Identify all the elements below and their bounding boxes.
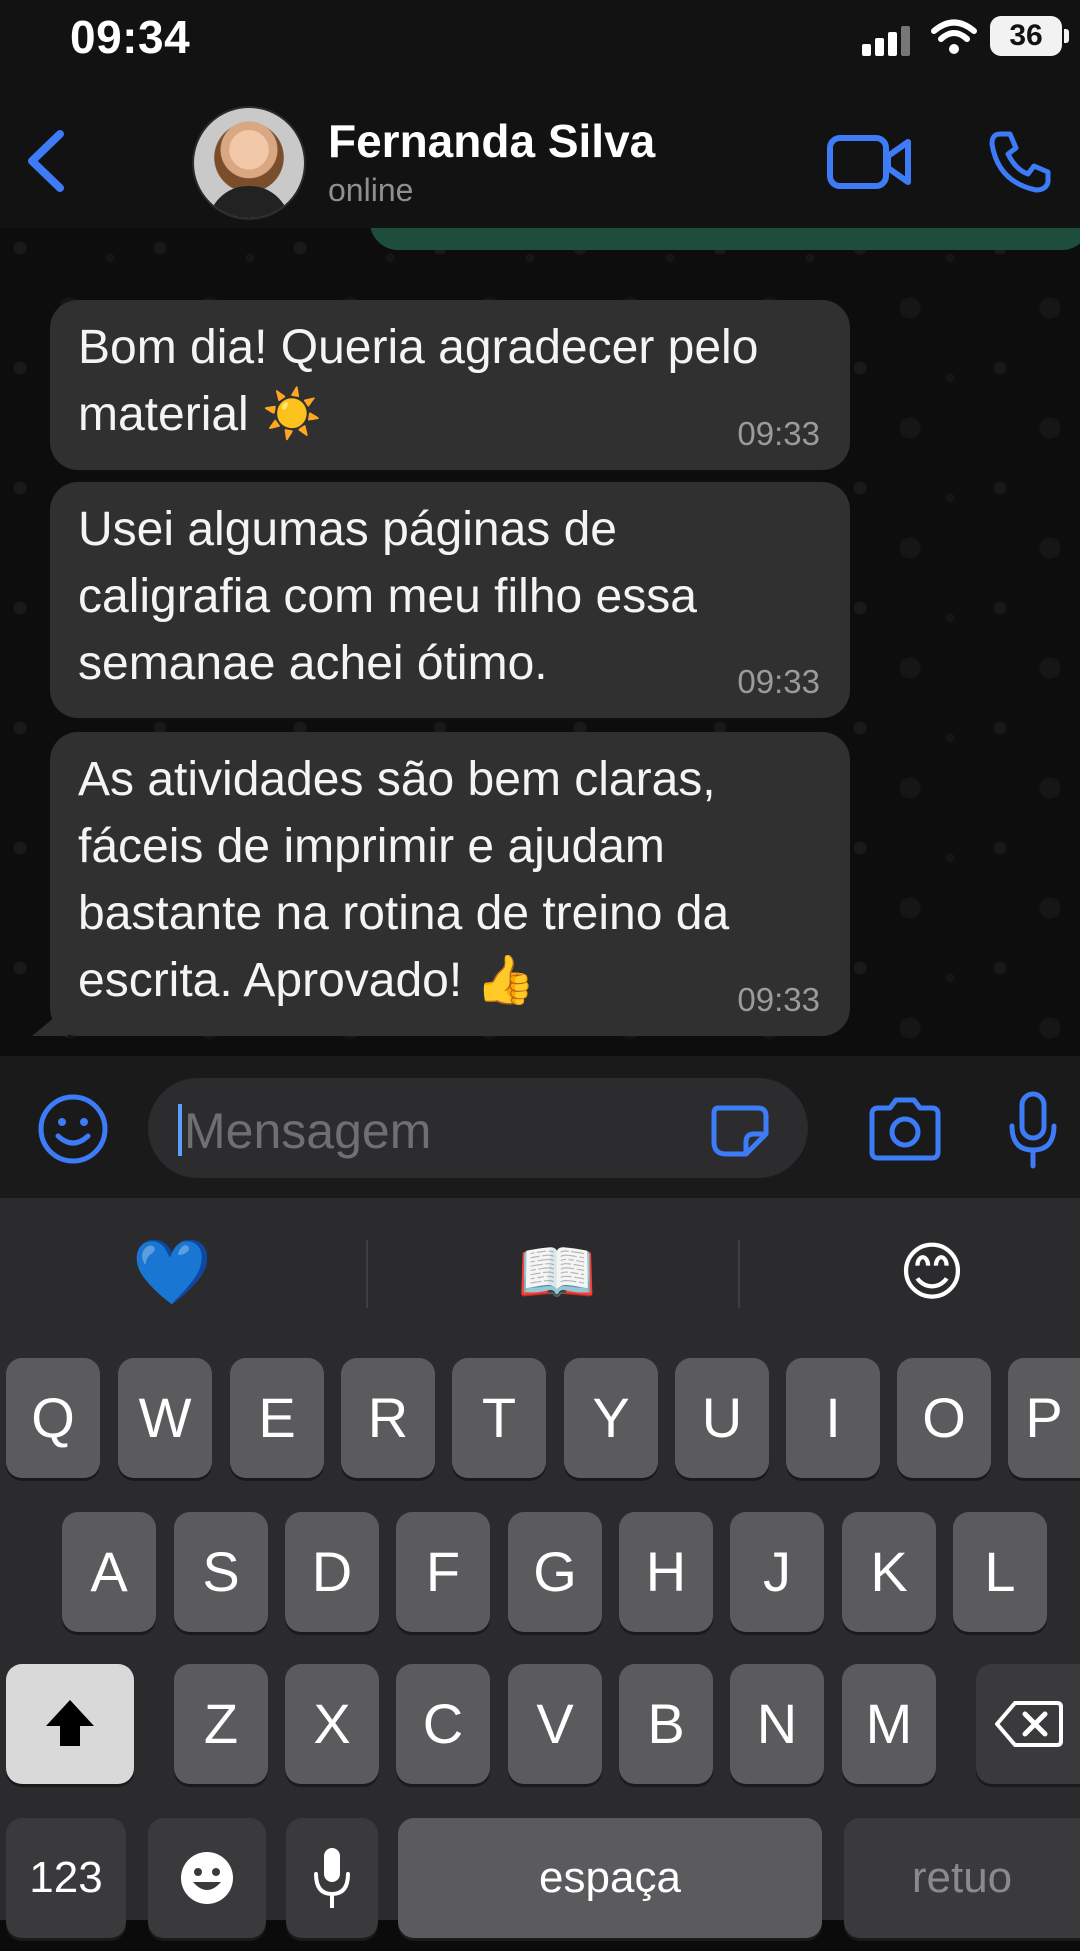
key-m[interactable]: M	[842, 1664, 936, 1784]
message-time: 09:33	[737, 663, 820, 700]
message-bubble[interactable]: Usei algumas páginas de caligrafia com m…	[50, 482, 850, 718]
key-k[interactable]: K	[842, 1512, 936, 1632]
shift-arrow-icon	[46, 1700, 94, 1746]
key-o[interactable]: O	[897, 1358, 991, 1478]
chat-area[interactable]: ✓✓ Bom dia! Queria agradecer pelo materi…	[0, 228, 1080, 1056]
key-v[interactable]: V	[508, 1664, 602, 1784]
emoji-keyboard-key[interactable]	[148, 1818, 266, 1938]
key-t[interactable]: T	[452, 1358, 546, 1478]
phone-icon[interactable]	[986, 128, 1052, 194]
key-q[interactable]: Q	[6, 1358, 100, 1478]
shift-key[interactable]	[6, 1664, 134, 1784]
key-x[interactable]: X	[285, 1664, 379, 1784]
message-bubble[interactable]: Bom dia! Queria agradecer pelo material …	[50, 300, 850, 470]
key-y[interactable]: Y	[564, 1358, 658, 1478]
sticker-icon[interactable]	[706, 1100, 776, 1160]
key-z[interactable]: Z	[174, 1664, 268, 1784]
key-n[interactable]: N	[730, 1664, 824, 1784]
key-w[interactable]: W	[118, 1358, 212, 1478]
message-text: Bom dia! Queria agradecer pelo material …	[78, 321, 759, 441]
status-time: 09:34	[70, 11, 191, 63]
key-j[interactable]: J	[730, 1512, 824, 1632]
message-bubble[interactable]: As atividades são bem claras, fáceis de …	[50, 732, 850, 1036]
chevron-left-icon[interactable]	[18, 126, 78, 196]
wifi-icon	[931, 19, 977, 54]
message-time: 09:33	[737, 981, 820, 1018]
read-receipt-icon: ✓✓	[1013, 228, 1050, 236]
status-bar: 09:34 36	[0, 0, 1080, 90]
divider	[366, 1240, 368, 1308]
camera-icon[interactable]	[866, 1096, 944, 1162]
key-g[interactable]: G	[508, 1512, 602, 1632]
key-r[interactable]: R	[341, 1358, 435, 1478]
message-time: 09:33	[737, 415, 820, 452]
suggestion-bar: 💙 📖 😊	[0, 1198, 1080, 1344]
key-l[interactable]: L	[953, 1512, 1047, 1632]
numbers-key[interactable]: 123	[6, 1818, 126, 1938]
emoji-keyboard-icon	[181, 1852, 233, 1904]
text-cursor	[178, 1104, 182, 1156]
dictation-key[interactable]	[286, 1818, 378, 1938]
outgoing-message-bubble[interactable]: ✓✓	[370, 228, 1080, 250]
key-a[interactable]: A	[62, 1512, 156, 1632]
chat-header: Fernanda Silva online	[0, 90, 1080, 228]
message-input[interactable]: Mensagem	[148, 1078, 808, 1178]
divider	[738, 1240, 740, 1308]
return-key[interactable]: retuo	[844, 1818, 1080, 1938]
smiley-icon[interactable]	[36, 1092, 110, 1166]
message-text: As atividades são bem claras, fáceis de …	[78, 753, 730, 1007]
cellular-signal-icon	[862, 26, 910, 56]
space-key[interactable]: espaça	[398, 1818, 822, 1938]
key-f[interactable]: F	[396, 1512, 490, 1632]
key-i[interactable]: I	[786, 1358, 880, 1478]
microphone-icon[interactable]	[1004, 1090, 1062, 1170]
key-b[interactable]: B	[619, 1664, 713, 1784]
suggestion-blue-heart[interactable]: 💙	[112, 1236, 232, 1308]
key-s[interactable]: S	[174, 1512, 268, 1632]
battery-indicator: 36	[990, 16, 1069, 56]
microphone-icon	[314, 1848, 350, 1908]
backspace-icon	[995, 1701, 1063, 1747]
key-d[interactable]: D	[285, 1512, 379, 1632]
key-p[interactable]: P	[1008, 1358, 1080, 1478]
key-c[interactable]: C	[396, 1664, 490, 1784]
message-placeholder: Mensagem	[184, 1103, 432, 1159]
message-input-bar: Mensagem	[0, 1056, 1080, 1198]
video-camera-icon[interactable]	[826, 132, 912, 192]
keyboard: 💙 📖 😊 Q W E R T Y U I O P A S D F G H J …	[0, 1198, 1080, 1938]
key-e[interactable]: E	[230, 1358, 324, 1478]
suggestion-smiling-face[interactable]: 😊	[872, 1236, 992, 1308]
suggestion-open-book[interactable]: 📖	[497, 1236, 617, 1308]
contact-status: online	[328, 172, 414, 208]
contact-name[interactable]: Fernanda Silva	[328, 114, 655, 168]
message-text: Usei algumas páginas de caligrafia com m…	[78, 503, 697, 690]
delete-key[interactable]	[976, 1664, 1080, 1784]
key-u[interactable]: U	[675, 1358, 769, 1478]
key-h[interactable]: H	[619, 1512, 713, 1632]
avatar[interactable]	[192, 106, 306, 220]
